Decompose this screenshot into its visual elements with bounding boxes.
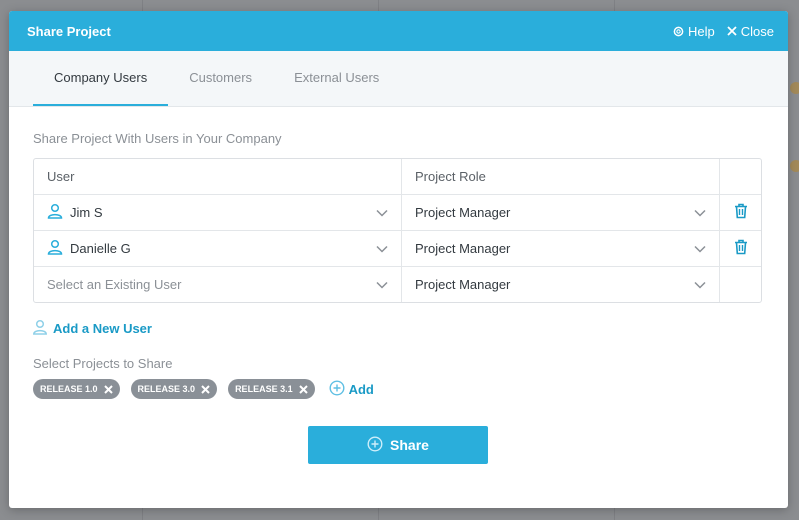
help-icon bbox=[673, 26, 684, 37]
header-actions: Help Close bbox=[673, 24, 774, 39]
new-user-select[interactable]: Select an Existing User bbox=[34, 267, 401, 302]
help-button[interactable]: Help bbox=[673, 24, 715, 39]
remove-chip-icon[interactable] bbox=[298, 384, 308, 394]
table-row: Jim S Project Manager bbox=[34, 194, 761, 230]
user-name: Jim S bbox=[70, 205, 103, 220]
tab-external-users[interactable]: External Users bbox=[273, 51, 400, 106]
close-button[interactable]: Close bbox=[727, 24, 774, 39]
table-row: Danielle G Project Manager bbox=[34, 230, 761, 266]
role-value: Project Manager bbox=[415, 241, 511, 256]
help-label: Help bbox=[688, 23, 715, 39]
project-chip: RELEASE 3.0 bbox=[130, 379, 218, 399]
remove-chip-icon[interactable] bbox=[201, 384, 210, 394]
share-button[interactable]: Share bbox=[308, 426, 488, 464]
modal-content: Share Project With Users in Your Company… bbox=[9, 107, 788, 399]
add-project-label: Add bbox=[348, 381, 374, 397]
user-value: Danielle G bbox=[47, 239, 131, 258]
chevron-down-icon bbox=[694, 241, 706, 256]
chevron-down-icon bbox=[694, 205, 706, 220]
role-select[interactable]: Project Manager bbox=[401, 195, 719, 230]
background-avatar bbox=[790, 160, 799, 172]
role-value: Project Manager bbox=[415, 277, 511, 292]
role-select[interactable]: Project Manager bbox=[401, 231, 719, 266]
table-row: Select an Existing User Project Manager bbox=[34, 266, 761, 302]
background-avatar bbox=[790, 82, 799, 94]
user-placeholder: Select an Existing User bbox=[47, 277, 182, 292]
user-icon bbox=[47, 203, 63, 222]
add-project-button[interactable]: Add bbox=[329, 379, 374, 399]
chip-label: RELEASE 3.0 bbox=[137, 384, 196, 394]
tab-bar: Company Users Customers External Users bbox=[9, 51, 788, 107]
chevron-down-icon bbox=[376, 277, 388, 292]
role-value: Project Manager bbox=[415, 205, 511, 220]
add-new-user-link[interactable]: Add a New User bbox=[33, 319, 764, 338]
delete-row-button[interactable] bbox=[719, 231, 761, 266]
modal-header: Share Project Help Close bbox=[9, 11, 788, 51]
user-select[interactable]: Danielle G bbox=[34, 231, 401, 266]
plus-circle-icon bbox=[329, 379, 345, 399]
chevron-down-icon bbox=[376, 241, 388, 256]
close-label: Close bbox=[740, 23, 774, 39]
user-select[interactable]: Jim S bbox=[34, 195, 401, 230]
add-user-icon bbox=[33, 319, 49, 338]
user-icon bbox=[47, 239, 63, 258]
table-header: User Project Role bbox=[34, 159, 761, 194]
projects-label: Select Projects to Share bbox=[33, 356, 173, 371]
remove-chip-icon[interactable] bbox=[103, 384, 113, 394]
close-icon bbox=[727, 26, 737, 36]
tab-customers[interactable]: Customers bbox=[168, 51, 273, 106]
chevron-down-icon bbox=[376, 205, 388, 220]
project-chips: RELEASE 1.0 RELEASE 3.0 RELEASE 3.1 Add bbox=[33, 379, 764, 399]
chip-label: RELEASE 3.1 bbox=[235, 384, 293, 394]
share-button-label: Share bbox=[390, 437, 429, 453]
chevron-down-icon bbox=[694, 277, 706, 292]
role-select[interactable]: Project Manager bbox=[401, 267, 719, 302]
share-project-modal: Share Project Help Close Company Users C… bbox=[9, 11, 788, 508]
project-chip: RELEASE 1.0 bbox=[33, 379, 120, 399]
chip-label: RELEASE 1.0 bbox=[40, 384, 98, 394]
delete-row-button[interactable] bbox=[719, 195, 761, 230]
column-header-actions bbox=[719, 159, 761, 194]
trash-icon bbox=[734, 239, 748, 258]
modal-title: Share Project bbox=[27, 23, 111, 39]
empty-action-cell bbox=[719, 267, 761, 302]
add-new-user-label: Add a New User bbox=[53, 321, 152, 336]
share-section-label: Share Project With Users in Your Company bbox=[33, 131, 282, 146]
user-table: User Project Role Jim S Project Manager … bbox=[33, 158, 762, 303]
user-name: Danielle G bbox=[70, 241, 131, 256]
column-header-user: User bbox=[47, 169, 75, 184]
trash-icon bbox=[734, 203, 748, 222]
project-chip: RELEASE 3.1 bbox=[228, 379, 315, 399]
column-header-role: Project Role bbox=[401, 159, 719, 194]
plus-circle-icon bbox=[367, 435, 383, 455]
tab-company-users[interactable]: Company Users bbox=[33, 51, 169, 106]
user-value: Jim S bbox=[47, 203, 103, 222]
